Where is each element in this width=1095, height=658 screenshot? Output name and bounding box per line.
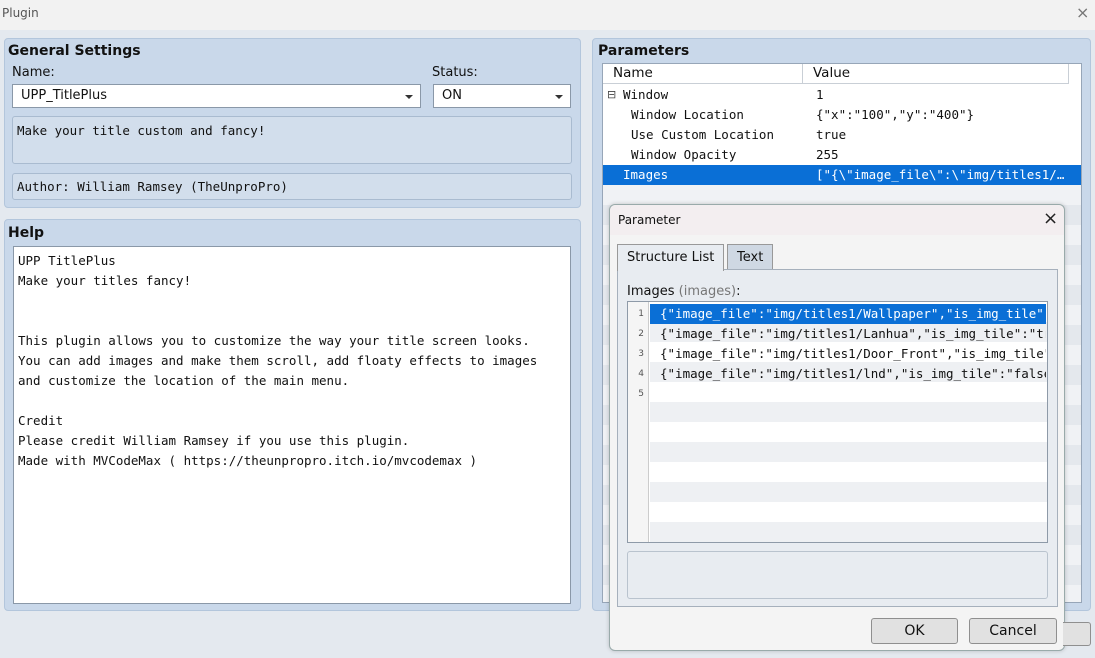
- parameter-name: Images: [623, 167, 669, 182]
- list-item-text: {"image_file":"img/titles1/lnd","is_img_…: [660, 366, 1046, 381]
- collapse-icon[interactable]: ⊟: [607, 85, 616, 105]
- parameter-name: Use Custom Location: [631, 127, 774, 142]
- parameter-value: 255: [816, 147, 839, 162]
- status-label: Status:: [432, 65, 478, 80]
- list-item[interactable]: 3 {"image_file":"img/titles1/Door_Front"…: [628, 344, 1047, 364]
- list-item-text: {"image_file":"img/titles1/Door_Front","…: [660, 346, 1046, 361]
- tab-text[interactable]: Text: [727, 244, 774, 269]
- help-text: UPP TitlePlus Make your titles fancy! Th…: [13, 246, 571, 604]
- list-label-name: Images: [627, 284, 675, 299]
- ok-button[interactable]: OK: [871, 618, 958, 644]
- window-titlebar: [0, 0, 1095, 30]
- list-item[interactable]: 5: [628, 384, 1047, 404]
- help-line: and customize the location of the main m…: [18, 373, 350, 388]
- general-settings-title: General Settings: [8, 43, 141, 59]
- chevron-down-icon: [555, 95, 563, 99]
- list-item-text: {"image_file":"img/titles1/Lanhua","is_i…: [660, 326, 1046, 341]
- help-line: Made with MVCodeMax ( https://theunpropr…: [18, 453, 478, 468]
- item-preview-field: [627, 551, 1048, 599]
- tab-structure-list[interactable]: Structure List: [617, 244, 725, 271]
- list-item-text: {"image_file":"img/titles1/Wallpaper","i…: [650, 304, 1046, 324]
- help-line: Make your titles fancy!: [18, 273, 192, 288]
- parameters-title: Parameters: [598, 43, 690, 59]
- line-number: 4: [638, 369, 644, 379]
- parameter-value: ["{\"image_file\":\"img/titles1/Wa…: [816, 167, 1066, 182]
- help-line: [18, 291, 566, 311]
- status-select[interactable]: ON: [433, 84, 571, 108]
- help-line: Credit: [18, 413, 64, 428]
- window-title: Plugin: [2, 6, 39, 20]
- name-label: Name:: [12, 65, 55, 80]
- plugin-name-value: UPP_TitlePlus: [21, 88, 108, 103]
- parameter-row-images[interactable]: Images ["{\"image_file\":\"img/titles1/W…: [603, 165, 1081, 185]
- list-label: Images (images):: [627, 284, 740, 299]
- list-item[interactable]: 2 {"image_file":"img/titles1/Lanhua","is…: [628, 324, 1047, 344]
- chevron-down-icon: [405, 95, 413, 99]
- description-field: Make your title custom and fancy!: [12, 116, 572, 164]
- author-field: Author: William Ramsey (TheUnproPro): [12, 173, 572, 200]
- line-number: 1: [638, 309, 644, 319]
- cancel-button[interactable]: Cancel: [969, 618, 1057, 644]
- list-label-hint: (images): [678, 284, 737, 299]
- list-item[interactable]: 1 {"image_file":"img/titles1/Wallpaper",…: [628, 304, 1047, 324]
- help-line: This plugin allows you to customize the …: [18, 333, 530, 348]
- line-number: 5: [638, 389, 644, 399]
- parameter-row-window-opacity[interactable]: Window Opacity 255: [603, 145, 1081, 165]
- column-header-value[interactable]: Value: [803, 64, 1069, 84]
- parameter-row-use-custom-location[interactable]: Use Custom Location true: [603, 125, 1081, 145]
- parameter-value: 1: [816, 87, 824, 102]
- dialog-close-icon[interactable]: ×: [1043, 209, 1058, 229]
- list-label-colon: :: [736, 284, 741, 299]
- parameter-dialog: Parameter × Structure List Text Images (…: [609, 204, 1065, 651]
- parameter-row-window-location[interactable]: Window Location {"x":"100","y":"400"}: [603, 105, 1081, 125]
- help-line: You can add images and make them scroll,…: [18, 353, 538, 368]
- help-line: UPP TitlePlus: [18, 253, 116, 268]
- line-number: 2: [638, 329, 644, 339]
- line-number: 3: [638, 349, 644, 359]
- parameter-row-window[interactable]: ⊟ Window 1: [603, 85, 1081, 105]
- status-value: ON: [442, 88, 462, 103]
- help-line: Please credit William Ramsey if you use …: [18, 433, 410, 448]
- dialog-title: Parameter: [618, 213, 681, 227]
- hidden-button-edge[interactable]: [1063, 622, 1091, 646]
- parameter-value: {"x":"100","y":"400"}: [816, 107, 975, 122]
- help-line: [18, 311, 566, 331]
- parameter-name: Window Location: [631, 107, 744, 122]
- list-item[interactable]: 4 {"image_file":"img/titles1/lnd","is_im…: [628, 364, 1047, 384]
- parameter-value: true: [816, 127, 847, 142]
- help-title: Help: [8, 225, 45, 241]
- column-header-name[interactable]: Name: [603, 64, 803, 84]
- parameter-name: Window: [623, 87, 669, 102]
- structure-list[interactable]: 1 {"image_file":"img/titles1/Wallpaper",…: [627, 301, 1048, 543]
- plugin-name-select[interactable]: UPP_TitlePlus: [12, 84, 421, 108]
- window-close-icon[interactable]: ×: [1076, 4, 1089, 22]
- parameter-name: Window Opacity: [631, 147, 737, 162]
- help-line: [18, 391, 566, 411]
